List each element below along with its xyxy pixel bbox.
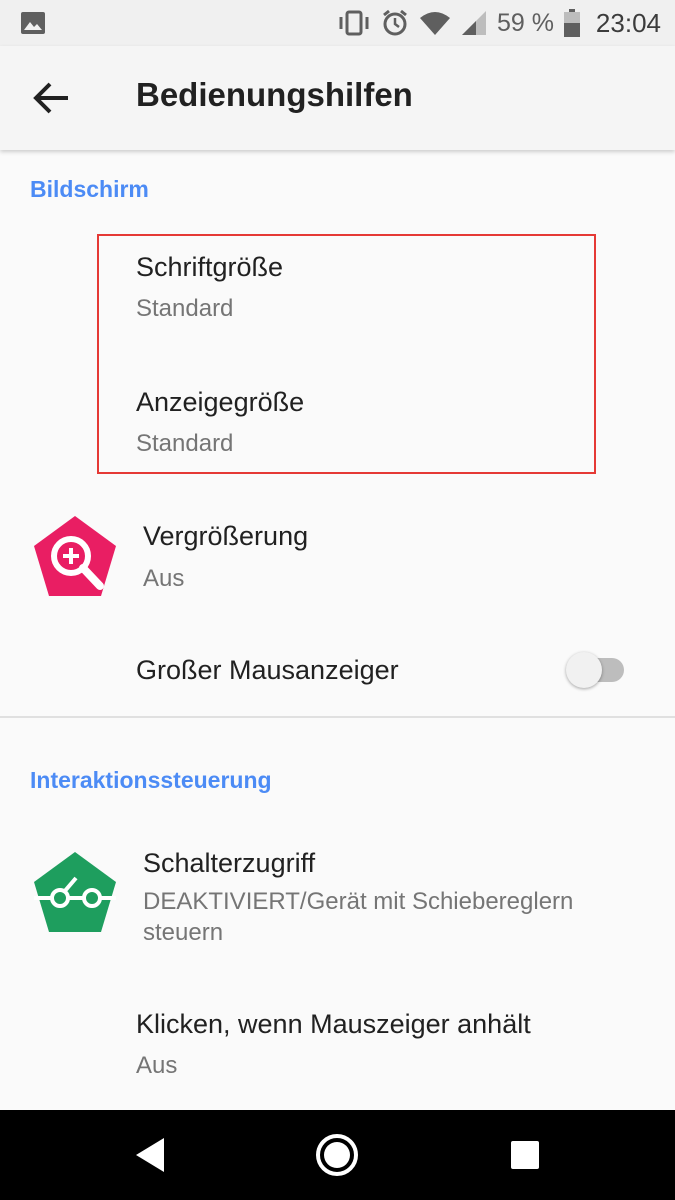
back-triangle-icon[interactable] bbox=[128, 1132, 174, 1178]
navigation-bar bbox=[0, 1110, 675, 1200]
recents-square-icon[interactable] bbox=[502, 1132, 548, 1178]
switch-access-icon bbox=[34, 852, 116, 932]
item-summary: Aus bbox=[143, 565, 185, 592]
status-bar: 59 % 23:04 bbox=[0, 0, 675, 46]
item-summary: DEAKTIVIERT/Gerät mit Schiebereglern ste… bbox=[143, 888, 574, 946]
section-header-display: Bildschirm bbox=[30, 176, 149, 202]
arrow-back-icon[interactable] bbox=[30, 78, 74, 118]
app-bar: Bedienungshilfen bbox=[0, 46, 675, 150]
magnification-icon bbox=[34, 516, 116, 596]
section-header-interaction: Interaktionssteuerung bbox=[30, 767, 272, 793]
status-time: 23:04 bbox=[595, 7, 661, 38]
item-title: Großer Mausanzeiger bbox=[136, 655, 399, 685]
wifi-icon bbox=[419, 12, 450, 35]
battery-percent: 59 % bbox=[496, 8, 554, 37]
signal-icon bbox=[461, 11, 486, 35]
highlight-box bbox=[97, 234, 596, 474]
item-title: Klicken, wenn Mauszeiger anhält bbox=[136, 1009, 531, 1039]
vibrate-icon bbox=[339, 10, 369, 36]
item-title: Vergrößerung bbox=[143, 521, 309, 551]
home-circle-icon[interactable] bbox=[314, 1132, 360, 1178]
item-title: Schalterzugriff bbox=[143, 848, 316, 878]
large-pointer-toggle[interactable] bbox=[566, 652, 626, 688]
battery-icon bbox=[563, 9, 580, 37]
section-divider bbox=[0, 716, 675, 718]
alarm-icon bbox=[383, 9, 407, 36]
gallery-icon bbox=[21, 12, 45, 34]
page-title: Bedienungshilfen bbox=[136, 76, 413, 113]
item-summary: Aus bbox=[136, 1052, 178, 1079]
toggle-thumb bbox=[566, 652, 602, 688]
